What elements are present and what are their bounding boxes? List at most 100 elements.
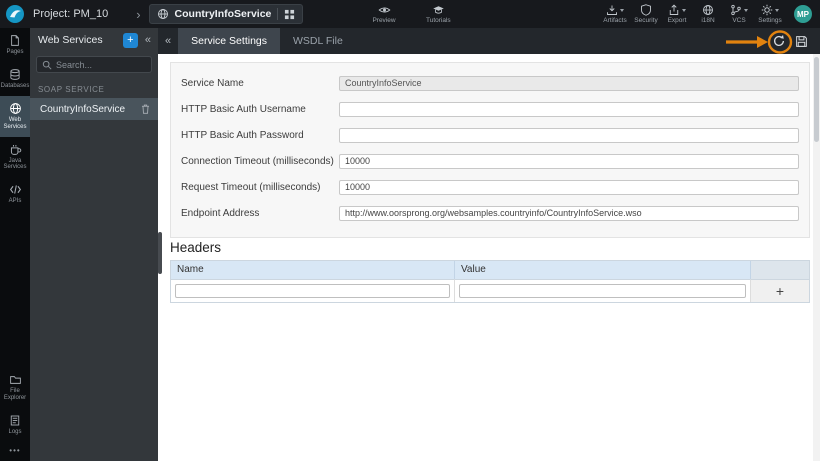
chevron-down-icon (620, 8, 624, 12)
tab-service-settings[interactable]: Service Settings (178, 28, 280, 54)
service-name-input[interactable] (339, 75, 799, 91)
basic-auth-password-label: HTTP Basic Auth Password (181, 129, 304, 141)
globe-icon (157, 8, 169, 20)
vcs-branch-icon (730, 4, 742, 16)
headers-table-header: Name Value (171, 261, 809, 279)
java-cup-icon (9, 143, 22, 156)
app-root: Project: PM_10 › CountryInfoService Prev… (0, 0, 820, 461)
add-header-button[interactable]: + (776, 284, 784, 298)
export-icon (668, 4, 680, 16)
form-row: Request Timeout (milliseconds) (181, 174, 799, 200)
service-settings-content: Service Name HTTP Basic Auth Username HT… (158, 54, 820, 461)
endpoint-address-input[interactable] (339, 205, 799, 221)
more-options-button[interactable]: ••• (0, 442, 30, 461)
breadcrumb-chevron-icon: › (136, 6, 141, 22)
user-avatar[interactable]: MP (794, 5, 812, 23)
tutorials-button[interactable]: Tutorials (426, 4, 451, 24)
export-button[interactable]: Export (665, 4, 689, 24)
app-logo-icon[interactable] (5, 4, 25, 24)
delete-service-icon[interactable] (140, 103, 151, 115)
database-icon (9, 68, 21, 81)
security-button[interactable]: Security (634, 4, 658, 24)
settings-gear-icon (761, 4, 773, 16)
topbar-right: Artifacts Security Export i18N VCS Setti… (603, 0, 812, 28)
header-value-input[interactable] (459, 284, 746, 298)
form-row: Connection Timeout (milliseconds) (181, 148, 799, 174)
basic-auth-username-input[interactable] (339, 101, 799, 117)
chevron-down-icon (682, 8, 686, 12)
artifacts-button[interactable]: Artifacts (603, 4, 627, 24)
sidebar-item-file-explorer[interactable]: File Explorer (0, 368, 30, 408)
search-icon (42, 60, 52, 70)
security-shield-icon (640, 4, 652, 16)
service-list-item[interactable]: CountryInfoService (30, 98, 158, 120)
connection-timeout-input[interactable] (339, 153, 799, 169)
tabbar-spacer (356, 28, 772, 54)
tab-bar: « Service Settings WSDL File (158, 28, 820, 54)
rail-spacer (0, 211, 30, 368)
apis-icon (9, 183, 22, 196)
sidebar-item-java-services[interactable]: Java Services (0, 137, 30, 178)
artifacts-icon (606, 4, 618, 16)
service-name-label: Service Name (181, 77, 244, 89)
preview-icon (378, 4, 391, 16)
headers-col-value: Value (455, 261, 751, 279)
add-service-button[interactable]: + (122, 32, 138, 48)
service-settings-form: Service Name HTTP Basic Auth Username HT… (170, 62, 810, 238)
sidebar-item-web-services[interactable]: Web Services (0, 95, 30, 137)
grid-icon[interactable] (284, 9, 295, 20)
logs-icon (9, 414, 21, 427)
folder-icon (9, 374, 22, 386)
panel-title: Web Services (38, 34, 103, 46)
search-input[interactable] (56, 59, 146, 70)
vertical-scrollbar-thumb[interactable] (814, 57, 819, 142)
panel-collapse-button[interactable]: « (143, 34, 153, 46)
i18n-globe-icon (702, 4, 714, 16)
main-area: « Service Settings WSDL File Service Nam (158, 28, 820, 461)
headers-section-title: Headers (170, 240, 222, 255)
web-services-panel: Web Services + « SOAP SERVICE CountryInf… (30, 28, 158, 461)
headers-table-row: + (171, 279, 809, 302)
request-timeout-input[interactable] (339, 179, 799, 195)
form-row: HTTP Basic Auth Username (181, 96, 799, 122)
save-service-icon[interactable] (795, 35, 808, 48)
connection-timeout-label: Connection Timeout (milliseconds) (181, 155, 334, 167)
project-label: Project: PM_10 (33, 8, 109, 20)
settings-button[interactable]: Settings (758, 4, 782, 24)
request-timeout-label: Request Timeout (milliseconds) (181, 181, 321, 193)
search-box[interactable] (36, 56, 152, 73)
sidebar-item-logs[interactable]: Logs (0, 408, 30, 442)
tab-wsdl-file[interactable]: WSDL File (280, 28, 356, 54)
topbar-left: Project: PM_10 › CountryInfoService (0, 4, 304, 24)
panel-scrollbar-thumb[interactable] (158, 232, 162, 274)
service-item-label: CountryInfoService (40, 103, 126, 115)
headers-col-name: Name (171, 261, 455, 279)
content-collapse-button[interactable]: « (158, 28, 178, 54)
sidebar-item-databases[interactable]: Databases (0, 62, 30, 96)
web-services-globe-icon (9, 102, 22, 115)
soap-service-section-label: SOAP SERVICE (38, 85, 105, 94)
vcs-button[interactable]: VCS (727, 4, 751, 24)
endpoint-address-label: Endpoint Address (181, 207, 260, 219)
form-row: HTTP Basic Auth Password (181, 122, 799, 148)
selected-service-name: CountryInfoService (174, 8, 272, 20)
top-bar: Project: PM_10 › CountryInfoService Prev… (0, 0, 820, 28)
pages-icon (9, 34, 21, 47)
panel-header: Web Services + « (30, 28, 158, 52)
preview-button[interactable]: Preview (372, 4, 396, 24)
form-row: Service Name (181, 70, 799, 96)
sidebar-item-pages[interactable]: Pages (0, 28, 30, 62)
vertical-scrollbar[interactable] (813, 54, 820, 461)
header-name-input[interactable] (175, 284, 450, 298)
chevron-down-icon (744, 8, 748, 12)
service-selector[interactable]: CountryInfoService (148, 4, 304, 24)
i18n-button[interactable]: i18N (696, 4, 720, 24)
chevron-down-icon (775, 8, 779, 12)
basic-auth-password-input[interactable] (339, 127, 799, 143)
reload-service-icon[interactable] (772, 34, 786, 48)
headers-table: Name Value + (170, 260, 810, 303)
form-row: Endpoint Address (181, 200, 799, 226)
left-rail: Pages Databases Web Services Java Servic… (0, 28, 30, 461)
tutorials-icon (432, 4, 445, 16)
sidebar-item-apis[interactable]: APIs (0, 177, 30, 211)
